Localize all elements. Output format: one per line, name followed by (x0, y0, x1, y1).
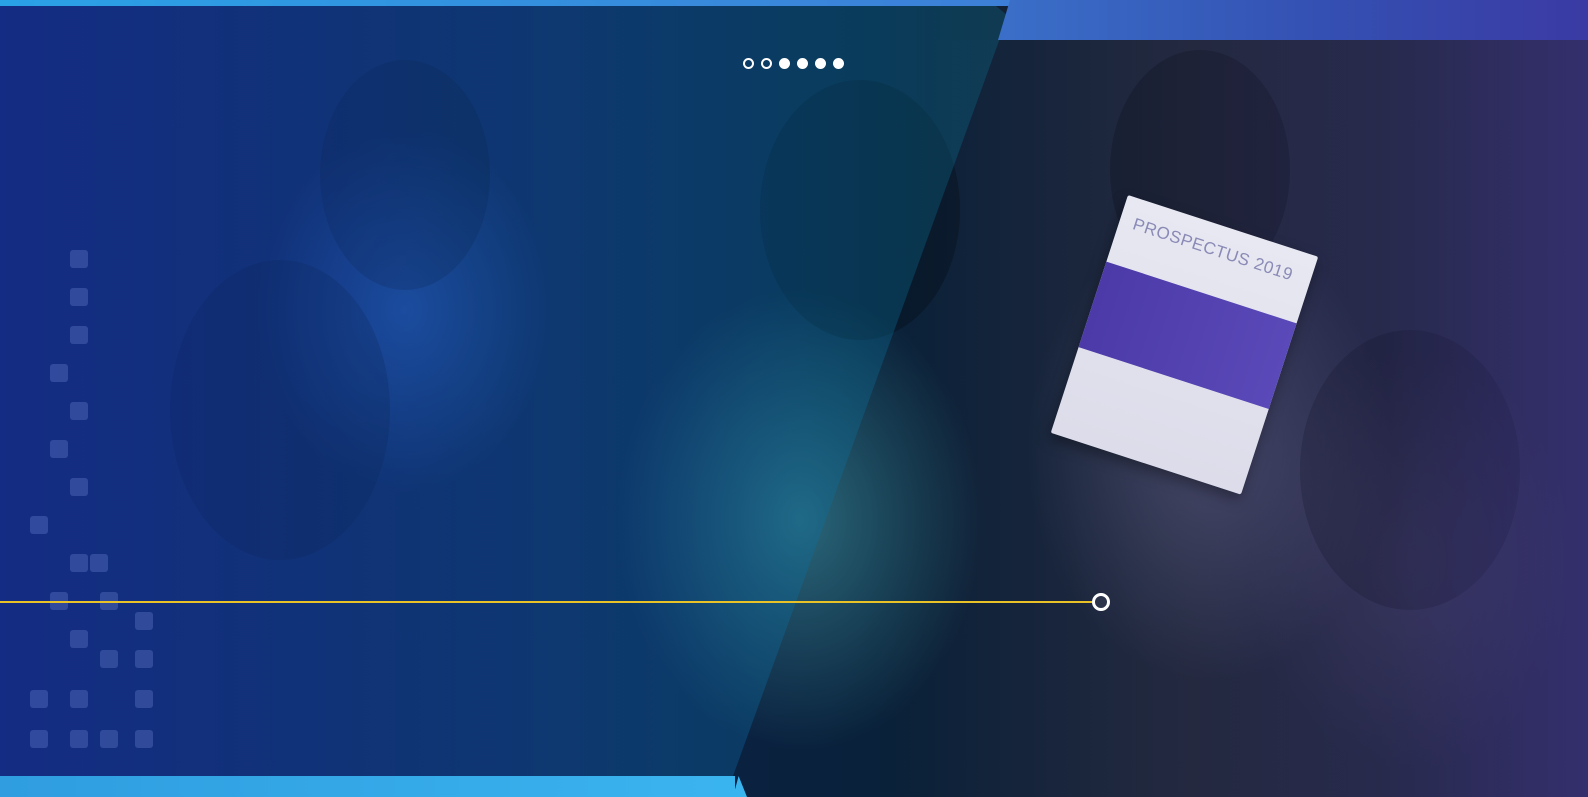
top-accent-bar (0, 0, 1010, 6)
slide-indicator-5[interactable] (815, 58, 826, 69)
slide-indicator-2[interactable] (761, 58, 772, 69)
bottom-accent-bar (0, 776, 735, 797)
booklet-cover-band (1078, 261, 1297, 409)
slide-indicator-6[interactable] (833, 58, 844, 69)
decorative-pixel-pattern (10, 250, 170, 780)
slide-indicator-1[interactable] (743, 58, 754, 69)
slide-indicator-3[interactable] (779, 58, 790, 69)
slide-indicators (743, 58, 844, 69)
timeline-handle[interactable] (1092, 593, 1110, 611)
hero-banner: PROSPECTUS 2019 (0, 0, 1588, 797)
top-right-header-bar (998, 0, 1588, 40)
slide-indicator-4[interactable] (797, 58, 808, 69)
timeline-line (0, 601, 1094, 603)
